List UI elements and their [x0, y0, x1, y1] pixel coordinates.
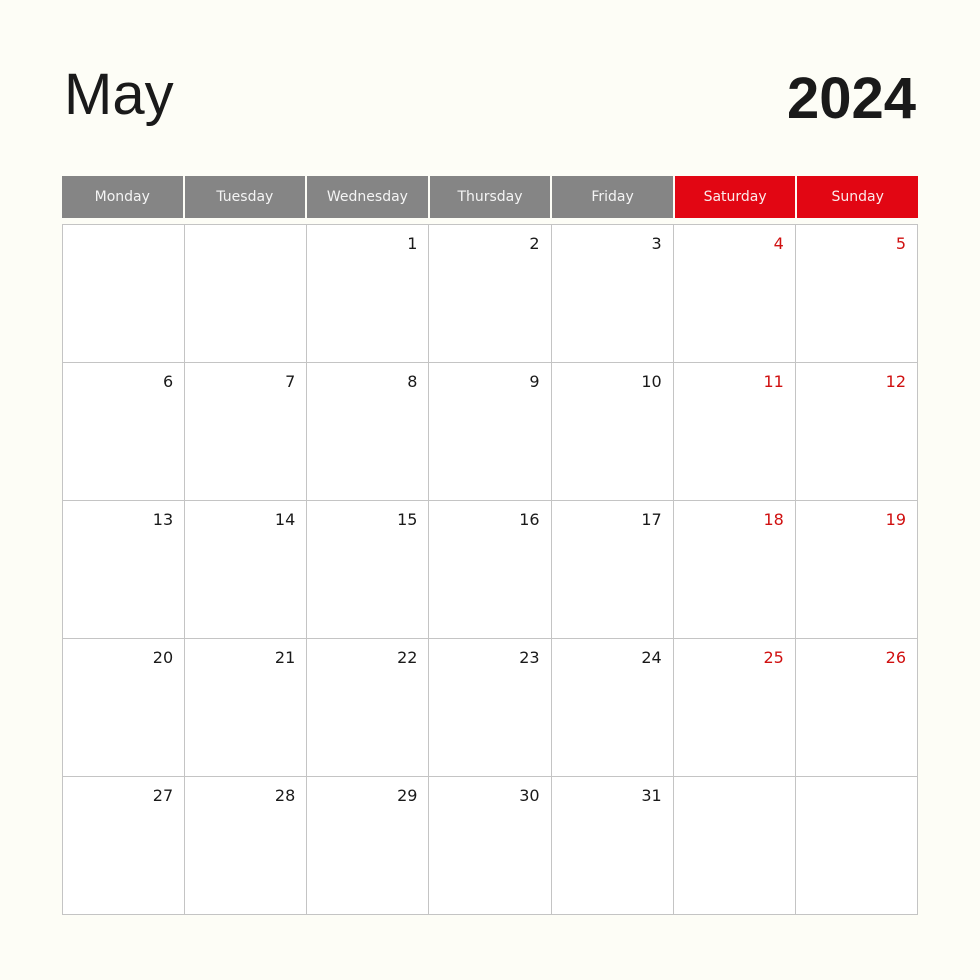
day-number: 30	[519, 786, 540, 805]
day-number: 6	[162, 372, 174, 391]
day-cell[interactable]: 24	[551, 639, 674, 777]
day-number: 19	[885, 510, 906, 529]
day-number: 1	[407, 234, 418, 253]
day-cell[interactable]: 27	[63, 777, 186, 915]
day-cell[interactable]: 3	[551, 225, 674, 363]
day-cell[interactable]: 11	[673, 363, 796, 501]
day-cell[interactable]: 15	[307, 501, 430, 639]
day-cell[interactable]: 12	[795, 363, 918, 501]
day-number: 10	[641, 372, 662, 391]
weekday-header-monday: Monday	[62, 176, 183, 218]
day-number: 29	[397, 786, 418, 805]
day-cell[interactable]: 26	[795, 639, 918, 777]
day-number: 2	[529, 234, 540, 253]
day-number: 31	[641, 786, 662, 805]
weekday-header-saturday: Saturday	[674, 176, 796, 218]
day-cell[interactable]: 29	[307, 777, 430, 915]
day-number: 23	[519, 648, 540, 667]
day-number: 16	[519, 510, 540, 529]
day-cell[interactable]: 6	[63, 363, 186, 501]
weekday-header-thursday: Thursday	[429, 176, 551, 218]
day-cell[interactable]: 28	[185, 777, 308, 915]
empty-day-cell	[673, 777, 796, 915]
day-number: 24	[641, 648, 662, 667]
day-cell[interactable]: 8	[307, 363, 430, 501]
day-number: 17	[641, 510, 662, 529]
day-number: 14	[274, 510, 296, 529]
day-cell[interactable]: 17	[551, 501, 674, 639]
day-number: 4	[773, 234, 784, 253]
day-number: 26	[885, 648, 906, 667]
empty-day-cell	[63, 225, 186, 363]
day-number: 9	[529, 372, 540, 391]
weekday-header-friday: Friday	[552, 176, 673, 218]
day-number: 8	[407, 372, 418, 391]
day-number: 12	[885, 372, 906, 391]
day-cell[interactable]: 19	[795, 501, 918, 639]
day-number: 13	[152, 510, 174, 529]
day-cell[interactable]: 1	[307, 225, 430, 363]
year-title: 2024	[786, 66, 916, 131]
day-number: 7	[285, 372, 296, 391]
day-cell[interactable]: 14	[185, 501, 308, 639]
day-number: 15	[397, 510, 418, 529]
day-number: 20	[152, 648, 174, 667]
day-cell[interactable]: 16	[429, 501, 552, 639]
weekday-header-row: Monday Tuesday Wednesday Thursday Friday Satu…	[62, 176, 918, 218]
day-number: 28	[274, 786, 296, 805]
empty-day-cell	[185, 225, 308, 363]
day-number: 27	[152, 786, 174, 805]
day-cell[interactable]: 7	[185, 363, 308, 501]
day-number: 22	[397, 648, 418, 667]
empty-day-cell	[795, 777, 918, 915]
day-cell[interactable]: 18	[673, 501, 796, 639]
day-cell[interactable]: 10	[551, 363, 674, 501]
day-cell[interactable]: 13	[63, 501, 186, 639]
day-number: 3	[651, 234, 662, 253]
day-cell[interactable]: 31	[551, 777, 674, 915]
weekday-header-sunday: Sunday	[797, 176, 918, 218]
day-cell[interactable]: 9	[429, 363, 552, 501]
day-cell[interactable]: 5	[795, 225, 918, 363]
day-cell[interactable]: 23	[429, 639, 552, 777]
day-number: 25	[763, 648, 784, 667]
day-cell[interactable]: 25	[673, 639, 796, 777]
day-cell[interactable]: 21	[185, 639, 308, 777]
day-cell[interactable]: 4	[673, 225, 796, 363]
day-cell[interactable]: 22	[307, 639, 430, 777]
weekday-header-wednesday: Wednesday	[307, 176, 428, 218]
day-cell[interactable]: 20	[63, 639, 186, 777]
day-cell[interactable]: 30	[429, 777, 552, 915]
day-number: 21	[274, 648, 296, 667]
day-number: 18	[763, 510, 784, 529]
day-number: 5	[895, 234, 906, 253]
day-number: 11	[763, 372, 784, 391]
month-title: May	[64, 62, 174, 127]
weekday-header-tuesday: Tuesday	[184, 176, 306, 218]
day-cell[interactable]: 2	[429, 225, 552, 363]
calendar-grid: 1 2 3 4 5 6 7 8 9 10 11 12 13 14 15 16 17 18 19 20 21 22 23 24 2…	[62, 224, 918, 915]
